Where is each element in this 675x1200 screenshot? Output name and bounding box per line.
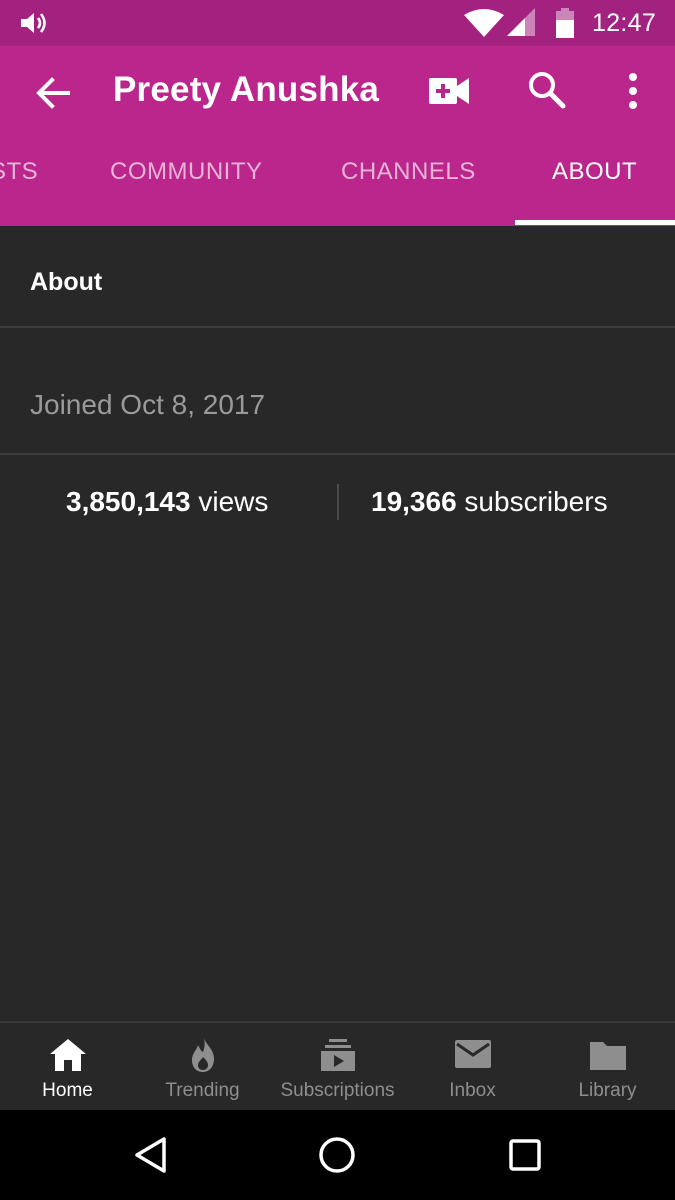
subscriptions-icon <box>320 1039 355 1071</box>
system-navigation-bar <box>0 1110 675 1200</box>
views-stat: 3,850,143 views <box>66 486 268 518</box>
flame-icon <box>191 1038 214 1072</box>
stat-separator <box>337 484 339 520</box>
status-bar: 12:47 <box>0 0 675 46</box>
wifi-icon <box>464 9 504 37</box>
channel-title: Preety Anushka <box>113 70 380 109</box>
joined-date: Joined Oct 8, 2017 <box>30 389 266 420</box>
tab-about[interactable]: ABOUT <box>552 158 637 186</box>
mail-icon <box>454 1040 491 1068</box>
nav-subscriptions-label: Subscriptions <box>280 1080 395 1101</box>
battery-icon <box>556 8 574 38</box>
nav-library[interactable]: Library <box>540 1023 675 1112</box>
about-section-title: About <box>30 268 103 296</box>
volume-icon <box>21 13 46 33</box>
back-triangle-icon[interactable] <box>133 1136 169 1174</box>
divider <box>0 326 675 328</box>
app-bar: Preety Anushka STS COMMUNITY CHANNELS AB… <box>0 46 675 226</box>
nav-trending[interactable]: Trending <box>135 1023 270 1112</box>
signal-icon <box>507 8 535 36</box>
tab-posts[interactable]: STS <box>0 158 38 186</box>
subscribers-label: subscribers <box>456 486 608 517</box>
tab-channels[interactable]: CHANNELS <box>341 158 476 186</box>
bottom-navigation: Home Trending Subscriptions Inbox Librar… <box>0 1021 675 1112</box>
tab-community[interactable]: COMMUNITY <box>110 158 262 186</box>
nav-inbox[interactable]: Inbox <box>405 1023 540 1112</box>
nav-home-label: Home <box>42 1080 93 1101</box>
subscribers-count: 19,366 <box>371 486 457 517</box>
views-label: views <box>190 486 269 517</box>
search-icon[interactable] <box>527 70 567 110</box>
folder-icon <box>589 1042 626 1070</box>
video-camera-add-icon[interactable] <box>428 74 470 108</box>
nav-library-label: Library <box>578 1080 637 1101</box>
more-vert-icon[interactable] <box>624 72 642 110</box>
active-tab-indicator <box>515 220 675 225</box>
divider <box>0 453 675 455</box>
subscribers-stat: 19,366 subscribers <box>371 486 608 518</box>
back-arrow-icon[interactable] <box>34 74 72 112</box>
nav-home[interactable]: Home <box>0 1023 135 1112</box>
home-circle-icon[interactable] <box>318 1136 356 1174</box>
nav-subscriptions[interactable]: Subscriptions <box>270 1023 405 1112</box>
nav-trending-label: Trending <box>165 1080 240 1101</box>
status-time: 12:47 <box>592 9 657 37</box>
home-icon <box>49 1039 86 1071</box>
recents-square-icon[interactable] <box>508 1138 542 1172</box>
views-count: 3,850,143 <box>66 486 191 517</box>
nav-inbox-label: Inbox <box>449 1080 496 1101</box>
